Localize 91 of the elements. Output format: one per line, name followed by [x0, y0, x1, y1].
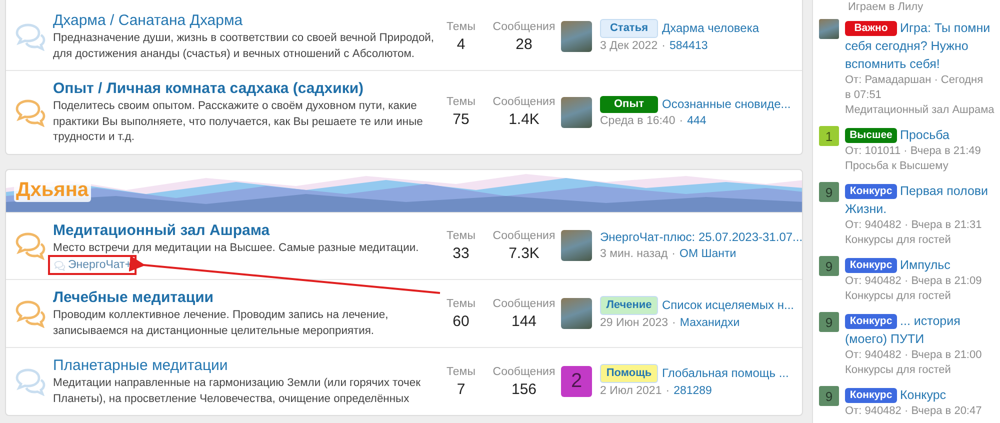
forum-name[interactable]: Медитационный зал Ашрама [845, 103, 994, 118]
thread-title[interactable]: Первая полови [900, 182, 988, 200]
forum-description: Предназначение души, жизнь в соответствии со своей вечной Природой, для достижения ананды (счастья) и вечных отношений с Абсолютом. [53, 31, 435, 62]
thread-title[interactable]: себя сегодня? Нужно [845, 37, 968, 55]
post-meta: От: 940482 · Вчера в 21:09 [845, 274, 983, 289]
stat-label: Сообщения [492, 20, 556, 34]
stat-value: 7 [456, 380, 466, 398]
thread-title[interactable]: вспомнить себя! [845, 55, 940, 73]
stat-value: 7.3K [508, 244, 540, 263]
stat-label: Сообщения [492, 228, 556, 244]
thread-link[interactable]: Глобальная помощь ... [662, 364, 789, 382]
post-date: 3 Дек 2022 [600, 40, 658, 52]
post-date: Среда в 16:40 [600, 114, 676, 127]
stat-label: Темы [446, 228, 476, 244]
separator-dot: · [679, 114, 684, 127]
stat-label: Темы [446, 364, 476, 380]
forum-name[interactable]: Конкурсы для гостей [845, 363, 985, 378]
separator-dot: · [662, 40, 666, 52]
stat-label: Темы [446, 296, 476, 312]
letter-avatar[interactable]: 1 [819, 126, 839, 146]
post-date: 2 Июл 2021 [600, 384, 662, 396]
user-link[interactable]: 281289 [674, 384, 712, 396]
thread-title[interactable]: Просьба [900, 126, 950, 144]
thread-link[interactable]: Дхарма человека [662, 18, 760, 36]
thread-title[interactable]: Импульс [900, 256, 950, 274]
prefix-label[interactable]: Конкурс [845, 258, 897, 273]
photo-placeholder[interactable] [561, 96, 592, 128]
user-link[interactable]: ОМ Шанти [680, 248, 736, 260]
forum-name[interactable]: Конкурсы для гостей [845, 233, 988, 248]
stat-label: Сообщения [492, 364, 556, 380]
prefix-label[interactable]: Статья [600, 18, 658, 38]
forum-description: Проводим коллективное лечение. Проводим запись на лечение, записываемся на дистанционные целительные мероприятия. [53, 308, 390, 338]
stat-label: Темы [446, 20, 476, 34]
post-meta: От: 101011 · Вчера в 21:49 [845, 144, 982, 159]
stat-value: 60 [452, 312, 470, 330]
letter-avatar[interactable]: 9 [819, 256, 839, 276]
forum-name[interactable]: Играем в Лилу [848, 0, 1000, 15]
post-meta: От: 940482 · Вчера в 20:47 [845, 404, 983, 419]
stat-value: 156 [511, 380, 537, 398]
forum-title[interactable]: Опыт / Личная комната садхака (садхики) [53, 79, 364, 98]
forum-title[interactable]: Дхарма / Санатана Дхарма [53, 11, 243, 30]
stat-value: 28 [516, 34, 532, 54]
stat-label: Темы [446, 95, 476, 110]
forum-description: Медитации направленные на гармонизацию Земли (или горячих точек Планеты), на просветление Человечества, очищение определённых [53, 376, 422, 406]
thread-title[interactable]: Игра: Ты помни [900, 19, 990, 37]
prefix-label[interactable]: Помощь [600, 364, 658, 382]
stat-value: 144 [511, 312, 537, 330]
forum-title[interactable]: Лечебные медитации [53, 288, 214, 307]
user-link[interactable]: 444 [687, 114, 706, 127]
chat-bubbles-icon [53, 260, 66, 270]
forum-description: Поделитесь своим опытом. Расскажите о своём духовном пути, какие практики Вы выполняете, что получается, как Вы решаете те или иные трудности и т.д. [53, 99, 424, 145]
stat-value: 75 [452, 110, 470, 130]
thread-link[interactable]: ЭнергоЧат-плюс: 25.07.2023-31.07... [600, 228, 802, 246]
stat-value: 1.4K [508, 110, 540, 130]
thread-title[interactable]: Конкурс [900, 386, 946, 404]
prefix-label[interactable]: Лечение [600, 296, 658, 314]
letter-avatar[interactable]: 9 [819, 386, 839, 406]
letter-avatar[interactable]: 9 [819, 312, 839, 332]
thread-title[interactable]: Жизни. [845, 200, 887, 218]
stat-value: 4 [456, 34, 466, 54]
post-date: 29 Июн 2023 [600, 316, 668, 328]
forum-title[interactable]: Планетарные медитации [53, 356, 228, 375]
stat-value: 33 [452, 244, 470, 263]
thread-title[interactable]: (моего) ПУТИ [845, 330, 924, 348]
forum-name[interactable]: Конкурсы для гостей [845, 289, 985, 304]
thread-link[interactable]: Список исцеляемых н... [662, 296, 794, 314]
separator-dot: · [666, 384, 670, 396]
stat-label: Сообщения [492, 296, 556, 312]
prefix-label[interactable]: Конкурс [845, 184, 897, 199]
separator-dot: · [672, 248, 676, 260]
letter-avatar[interactable]: 9 [819, 182, 839, 202]
thread-title[interactable]: ... история [900, 312, 960, 330]
prefix-label[interactable]: Высшее [845, 128, 897, 143]
prefix-label[interactable]: Конкурс [845, 388, 897, 403]
prefix-label[interactable]: Опыт [600, 96, 658, 113]
separator-dot: · [672, 316, 676, 328]
prefix-label[interactable]: Важно [845, 21, 897, 36]
forum-title[interactable]: Медитационный зал Ашрама [53, 220, 270, 240]
thread-link[interactable]: Осознанные сновиде... [662, 94, 791, 113]
post-meta: От: 940482 · Вчера в 21:00 [845, 348, 983, 363]
photo-placeholder[interactable] [561, 230, 592, 262]
user-link[interactable]: 584413 [669, 40, 708, 52]
forum-description: Место встречи для медитации на Высшее. Самые разные медитации. [53, 240, 420, 256]
post-meta: От: Рамадаршан · Сегодня в 07:51 [845, 73, 984, 103]
letter-avatar[interactable]: 2 [561, 366, 592, 397]
forum-name[interactable]: Просьба к Высшему [845, 159, 985, 174]
prefix-label[interactable]: Конкурс [845, 314, 897, 329]
post-date: 3 мин. назад [600, 248, 668, 260]
user-link[interactable]: Маханидхи [680, 316, 740, 328]
stat-label: Сообщения [492, 95, 556, 110]
post-meta: От: 940482 · Вчера в 21:31 [845, 218, 983, 233]
